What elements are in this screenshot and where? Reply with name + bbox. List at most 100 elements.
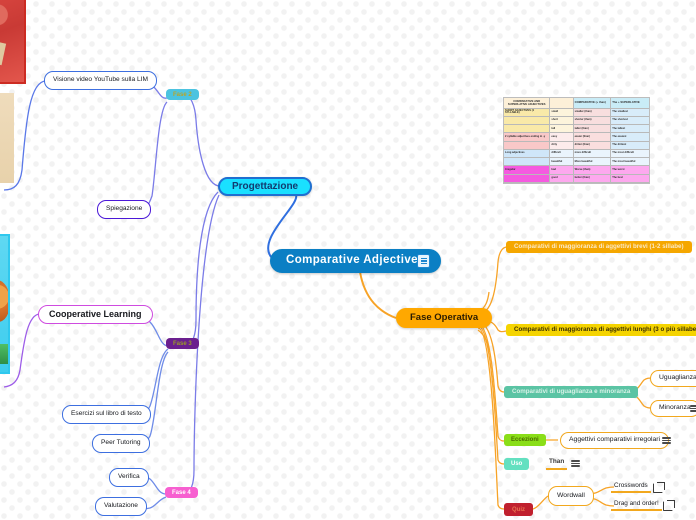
node-label: Cooperative Learning xyxy=(49,309,142,319)
node-fase-operativa-label: Fase Operativa xyxy=(410,312,479,324)
node-comparativi-aggettivi-lunghi[interactable]: Comparativi di maggioranza di aggettivi … xyxy=(506,324,696,336)
table-header-row: COMPARATIVE AND SUPERLATIVE ADJECTIVES C… xyxy=(504,98,649,109)
node-label: Drag and order! xyxy=(614,499,659,507)
node-label: Minoranza xyxy=(659,404,691,412)
node-label: Crosswords xyxy=(614,481,648,489)
table-cell: The + SUPERLATIVE xyxy=(611,98,649,109)
edge-image-red xyxy=(0,0,26,84)
phase-chip-label: Fase 2 xyxy=(173,91,192,98)
table-cell: small xyxy=(550,108,574,117)
table-cell: The worst xyxy=(611,166,649,175)
node-label: Than xyxy=(549,458,565,466)
table-cell: Long adjectives xyxy=(504,149,551,159)
node-cooperative-learning[interactable]: Cooperative Learning xyxy=(38,305,153,324)
node-label: Esercizi sul libro di testo xyxy=(71,410,142,418)
table-cell: The most beautiful xyxy=(611,158,649,167)
table-cell: beautiful xyxy=(550,158,574,167)
table-cell xyxy=(504,116,551,126)
table-cell: The tallest xyxy=(611,125,649,134)
node-label: Uso xyxy=(511,461,523,467)
table-row: short shorter (than) The shortest xyxy=(504,116,649,126)
node-label: Verifica xyxy=(118,473,140,481)
phase-chip-fase-4[interactable]: Fase 4 xyxy=(165,487,198,498)
table-cell: The shortest xyxy=(611,116,649,126)
node-label: Peer Tutoring xyxy=(101,439,141,447)
note-icon[interactable] xyxy=(417,254,430,268)
node-uguaglianza[interactable]: Uguaglianza xyxy=(650,370,696,387)
hamburger-icon[interactable] xyxy=(571,459,580,468)
table-cell: good xyxy=(550,174,574,183)
node-visione-video-youtube[interactable]: Visione video YouTube sulla LIM xyxy=(44,71,157,90)
node-label: Wordwall xyxy=(557,491,585,499)
table-cell: More beautiful xyxy=(573,158,612,167)
node-comparativi-uguaglianza-minoranza[interactable]: Comparativi di uguaglianza e minoranza xyxy=(504,386,639,398)
edge-image-beige xyxy=(0,93,14,183)
table-cell: better (than) xyxy=(573,174,612,183)
phase-chip-fase-3[interactable]: Fase 3 xyxy=(166,338,199,349)
table-cell: COMPARATIVE (+ than) xyxy=(573,98,612,109)
table-cell: Worse (than) xyxy=(573,166,612,175)
table-cell: smaller (than) xyxy=(573,108,612,117)
node-verifica[interactable]: Verifica xyxy=(109,468,149,487)
node-crosswords[interactable]: Crosswords xyxy=(611,481,651,493)
central-node-label: Comparative Adjectives xyxy=(286,254,425,267)
node-label: Comparativi di maggioranza di aggettivi … xyxy=(514,242,684,250)
phase-chip-label: Fase 4 xyxy=(172,489,191,496)
table-cell: shorter (than) xyxy=(573,116,612,126)
table-title-cell: COMPARATIVE AND SUPERLATIVE ADJECTIVES xyxy=(504,98,551,109)
node-peer-tutoring[interactable]: Peer Tutoring xyxy=(92,434,150,453)
table-cell: The smallest xyxy=(611,108,649,117)
external-link-icon[interactable] xyxy=(653,481,665,493)
table-row: beautiful More beautiful The most beauti… xyxy=(504,158,649,167)
table-cell: easier (than) xyxy=(573,133,612,142)
table-cell: taller (than) xyxy=(573,125,612,134)
node-label: Eccezioni xyxy=(511,437,539,443)
table-cell: difficult xyxy=(550,149,574,159)
phase-chip-label: Fase 3 xyxy=(173,340,192,347)
node-uso[interactable]: Uso xyxy=(504,458,530,470)
edge-image-cyan xyxy=(0,234,10,374)
table-cell: The dirtiest xyxy=(611,141,649,150)
node-label: Comparativi di maggioranza di aggettivi … xyxy=(514,325,696,333)
table-cell xyxy=(504,141,551,150)
table-row: Long adjectives difficult more difficult… xyxy=(504,149,649,159)
node-progettazione[interactable]: Progettazione xyxy=(218,177,313,196)
node-fase-operativa[interactable]: Fase Operativa xyxy=(396,308,493,328)
phase-chip-fase-2[interactable]: Fase 2 xyxy=(166,89,199,100)
comparative-superlative-table-image[interactable]: COMPARATIVE AND SUPERLATIVE ADJECTIVES C… xyxy=(503,97,650,184)
external-link-icon[interactable] xyxy=(663,499,675,511)
table-cell xyxy=(504,125,551,134)
node-aggettivi-comparativi-irregolari[interactable]: Aggettivi comparativi irregolari xyxy=(560,432,670,449)
table-cell: dirtier (than) xyxy=(573,141,612,150)
table-row: Irregular bad Worse (than) The worst xyxy=(504,166,649,175)
node-eccezioni[interactable]: Eccezioni xyxy=(504,434,546,446)
node-quiz[interactable]: Quiz xyxy=(504,503,533,516)
node-drag-and-order[interactable]: Drag and order! xyxy=(611,499,662,511)
node-esercizi-libro-di-testo[interactable]: Esercizi sul libro di testo xyxy=(62,405,151,424)
table-cell xyxy=(550,98,574,109)
hamburger-icon[interactable] xyxy=(662,436,671,445)
node-label: Spiegazione xyxy=(106,205,143,213)
table-row: dirty dirtier (than) The dirtiest xyxy=(504,141,649,150)
node-than[interactable]: Than xyxy=(546,457,568,470)
table-cell xyxy=(504,174,551,183)
table-cell: The most difficult xyxy=(611,149,649,159)
node-comparativi-aggettivi-brevi[interactable]: Comparativi di maggioranza di aggettivi … xyxy=(506,241,692,253)
table-row: SHORT ADJECTIVES (1 SYLLABLE) small smal… xyxy=(504,108,649,117)
table-cell: bad xyxy=(550,166,574,175)
table-cell: 2 syllable adjectives ending in -y xyxy=(504,133,551,142)
table-cell: SHORT ADJECTIVES (1 SYLLABLE) xyxy=(504,108,551,117)
node-valutazione[interactable]: Valutazione xyxy=(95,497,147,516)
table-row: tall taller (than) The tallest xyxy=(504,125,649,134)
hamburger-icon[interactable] xyxy=(690,404,696,413)
table-cell: The best xyxy=(611,174,649,183)
table-row: 2 syllable adjectives ending in -y easy … xyxy=(504,133,649,142)
table-cell: Irregular xyxy=(504,166,551,175)
central-node-comparative-adjectives[interactable]: Comparative Adjectives xyxy=(270,249,441,273)
node-label: Comparativi di uguaglianza e minoranza xyxy=(512,387,631,395)
node-spiegazione[interactable]: Spiegazione xyxy=(97,200,152,219)
table-row: good better (than) The best xyxy=(504,174,649,183)
node-wordwall[interactable]: Wordwall xyxy=(548,486,594,506)
node-label: Aggettivi comparativi irregolari xyxy=(569,436,661,444)
mindmap-canvas: COMPARATIVE AND SUPERLATIVE ADJECTIVES C… xyxy=(0,0,696,520)
